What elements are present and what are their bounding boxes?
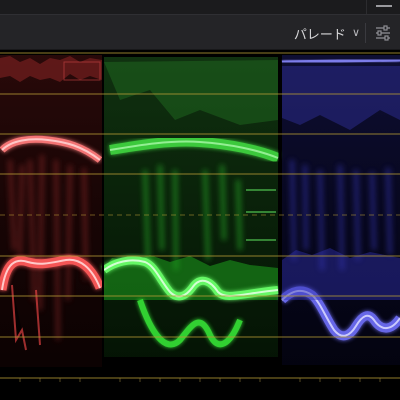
- scope-toolbar: パレード ∨: [0, 14, 400, 50]
- scope-mode-label: パレード: [293, 27, 346, 43]
- rgb-parade-scope: [0, 50, 400, 400]
- scope-settings-button[interactable]: [374, 24, 392, 42]
- window-top-strip: [0, 0, 400, 14]
- scope-mode-dropdown[interactable]: パレード ∨: [294, 22, 360, 44]
- menu-button[interactable]: [366, 0, 400, 14]
- menu-icon: [376, 5, 392, 7]
- chevron-down-icon: ∨: [351, 25, 360, 39]
- parade-waveform: [0, 50, 400, 382]
- green-channel-waveform: [101, 57, 280, 357]
- sliders-icon: [376, 25, 390, 41]
- graticule-ticks: [19, 378, 381, 382]
- red-channel-waveform: [0, 55, 105, 367]
- toolbar-divider: [365, 23, 366, 43]
- blue-channel-waveform: [278, 55, 400, 365]
